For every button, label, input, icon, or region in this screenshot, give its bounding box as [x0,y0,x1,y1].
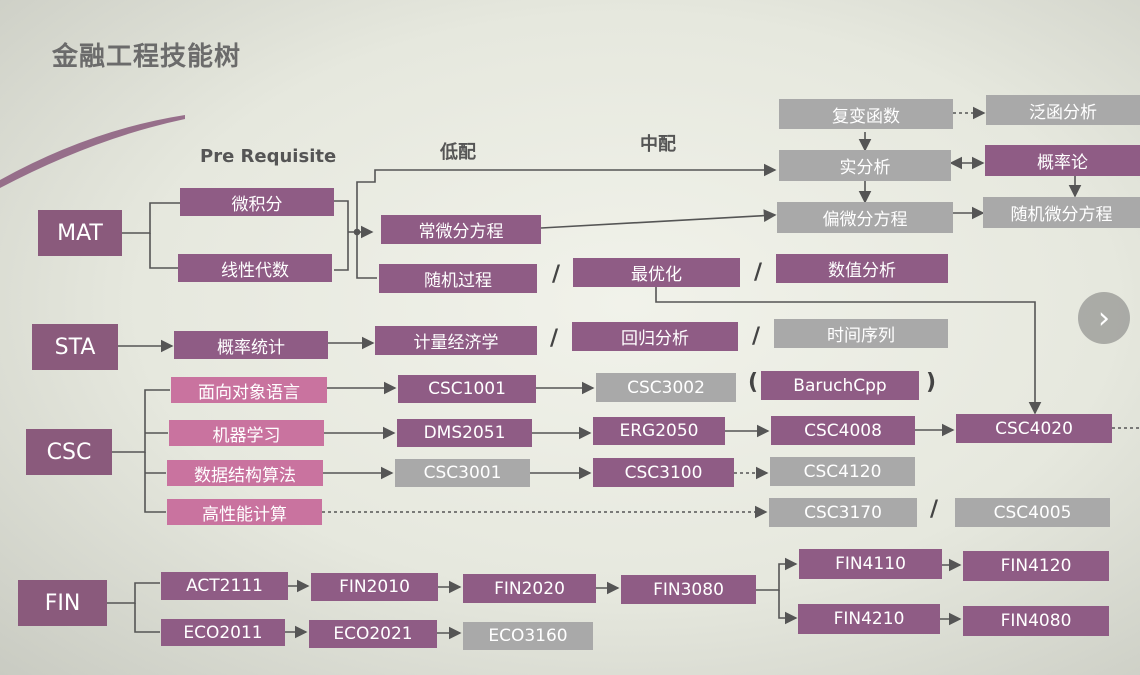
node-eco2021: ECO2021 [309,620,437,648]
node-csc4005: CSC4005 [955,498,1110,527]
slide: 金融工程技能树 Pre Requisite 低配 中配 MAT STA CSC … [0,0,1140,675]
separator-slash: / [550,326,559,351]
category-sta: STA [32,324,118,370]
node-oop-language: 面向对象语言 [171,377,327,403]
node-data-structures-algorithms: 数据结构算法 [167,460,323,486]
node-ode: 常微分方程 [381,215,541,244]
category-mat: MAT [38,210,122,256]
node-fin4210: FIN4210 [798,604,940,634]
node-fin4080: FIN4080 [963,606,1109,636]
header-prerequisite: Pre Requisite [200,146,337,167]
node-pde: 偏微分方程 [777,202,953,233]
node-baruch-cpp: BaruchCpp [761,371,919,400]
node-act2111: ACT2111 [161,572,288,600]
separator-paren-open: ( [748,370,759,395]
node-eco2011: ECO2011 [161,619,285,646]
node-csc3001: CSC3001 [395,459,530,487]
node-eco3160: ECO3160 [463,622,593,650]
separator-slash: / [754,260,763,285]
node-fin3080: FIN3080 [621,575,756,604]
node-fin4110: FIN4110 [799,549,942,579]
node-econometrics: 计量经济学 [375,326,537,355]
node-csc3170: CSC3170 [769,498,917,527]
node-calculus: 微积分 [180,188,334,216]
node-probability-statistics: 概率统计 [174,331,328,359]
category-fin: FIN [18,580,107,626]
node-dms2051: DMS2051 [397,419,532,447]
separator-paren-close: ) [926,370,937,395]
node-linear-algebra: 线性代数 [178,254,332,282]
next-slide-button[interactable]: › [1078,292,1130,344]
separator-slash: / [752,324,761,349]
node-fin2010: FIN2010 [311,573,438,601]
node-csc4008: CSC4008 [771,416,915,445]
header-mid: 中配 [640,134,676,155]
node-probability-theory: 概率论 [985,145,1140,176]
node-time-series: 时间序列 [774,319,948,348]
node-fin2020: FIN2020 [463,574,596,603]
node-csc3100: CSC3100 [593,458,734,487]
node-high-performance-computing: 高性能计算 [167,499,322,525]
node-fin4120: FIN4120 [963,551,1109,581]
node-sde: 随机微分方程 [983,197,1140,228]
node-complex-functions: 复变函数 [779,99,953,129]
separator-slash: / [930,497,939,522]
node-real-analysis: 实分析 [779,150,951,181]
chevron-right-icon: › [1098,300,1110,336]
node-csc1001: CSC1001 [398,375,536,403]
category-csc: CSC [26,429,112,475]
node-stochastic-process: 随机过程 [379,264,537,293]
node-regression-analysis: 回归分析 [572,322,738,351]
node-functional-analysis: 泛函分析 [986,95,1140,125]
node-optimization: 最优化 [573,258,740,287]
node-csc3002: CSC3002 [596,373,736,402]
separator-slash: / [552,262,561,287]
node-erg2050: ERG2050 [593,417,725,445]
node-numerical-analysis: 数值分析 [776,254,948,283]
node-csc4020: CSC4020 [956,414,1112,443]
node-machine-learning: 机器学习 [169,420,324,446]
node-csc4120: CSC4120 [770,457,915,486]
header-low: 低配 [440,142,476,163]
page-title: 金融工程技能树 [52,42,242,72]
